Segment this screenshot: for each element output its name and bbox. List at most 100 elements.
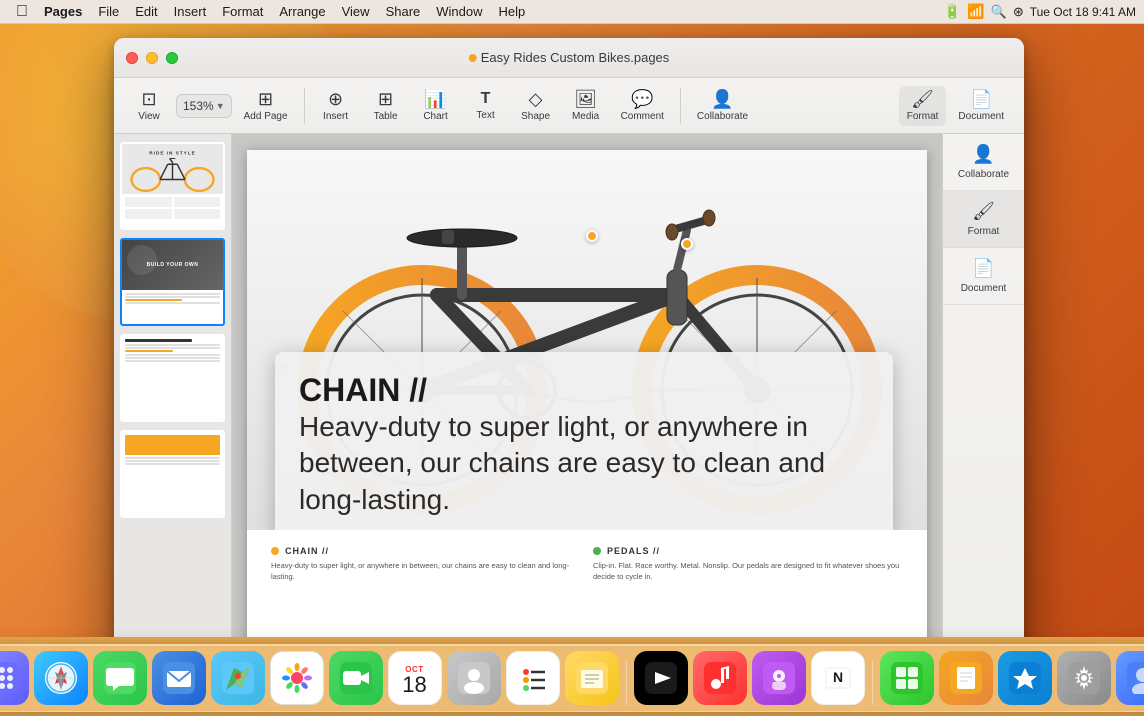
format-toolbar-button[interactable]: 🖌 Format <box>899 86 947 126</box>
dock-numbers[interactable] <box>880 651 934 705</box>
dock-mail[interactable] <box>152 651 206 705</box>
apple-menu[interactable]:  <box>8 0 36 24</box>
add-page-icon: ⊞ <box>258 90 273 108</box>
title-dot <box>469 54 477 62</box>
right-format-button[interactable]: 🖌 Format <box>943 191 1024 248</box>
dock-photos[interactable] <box>270 651 324 705</box>
chart-label: Chart <box>423 111 447 122</box>
indicator-dot-3 <box>681 238 693 250</box>
window-title: Easy Rides Custom Bikes.pages <box>469 50 670 65</box>
format-menu[interactable]: Format <box>214 0 271 24</box>
zoom-chevron-icon: ▼ <box>216 101 225 111</box>
control-center-icon[interactable]: ⊛ <box>1013 4 1024 20</box>
thumbnail-item-2[interactable]: 2 BUILD YOUR OWN <box>120 238 225 326</box>
dock-maps[interactable] <box>211 651 265 705</box>
dock-podcasts[interactable] <box>752 651 806 705</box>
insert-menu[interactable]: Insert <box>166 0 215 24</box>
pedals-section: PEDALS // Clip-in. Flat. Race worthy. Me… <box>593 546 903 583</box>
right-document-button[interactable]: 📄 Document <box>943 248 1024 305</box>
shape-button[interactable]: ◇ Shape <box>513 86 559 126</box>
dock-portrait[interactable] <box>1116 651 1144 705</box>
edit-menu[interactable]: Edit <box>127 0 165 24</box>
dock-safari[interactable] <box>34 651 88 705</box>
table-label: Table <box>374 111 398 122</box>
dock-calendar[interactable]: OCT 18 <box>388 651 442 705</box>
format-toolbar-icon: 🖌 <box>911 90 934 108</box>
dock-system-settings[interactable] <box>1057 651 1111 705</box>
right-collaborate-button[interactable]: 👤 Collaborate <box>943 134 1024 191</box>
shape-icon: ◇ <box>529 90 543 108</box>
insert-button[interactable]: ⊕ Insert <box>313 86 359 126</box>
table-button[interactable]: ⊞ Table <box>363 86 409 126</box>
pedals-title: PEDALS // <box>607 546 660 556</box>
right-panel: 👤 Collaborate 🖌 Format 📄 Document <box>942 134 1024 637</box>
chain-section-header: CHAIN // <box>271 546 581 556</box>
dock-music[interactable] <box>693 651 747 705</box>
chain-text: Heavy-duty to super light, or anywhere i… <box>271 560 581 583</box>
thumbnail-item-4[interactable]: 4 <box>120 430 225 518</box>
arrange-menu[interactable]: Arrange <box>271 0 333 24</box>
text-label: Text <box>476 110 494 121</box>
chain-title: CHAIN // <box>285 546 329 556</box>
close-button[interactable] <box>126 52 138 64</box>
toolbar: ⊡ View 153% ▼ ⊞ Add Page ⊕ Insert ⊞ T <box>114 78 1024 134</box>
dock-separator-2 <box>872 661 873 705</box>
search-icon[interactable]: 🔍 <box>991 4 1007 20</box>
thumbnail-item-3[interactable]: 3 <box>120 334 225 422</box>
tooltip-overlay: CHAIN // Heavy-duty to super light, or a… <box>275 352 893 530</box>
file-menu[interactable]: File <box>90 0 127 24</box>
battery-icon: 🔋 <box>944 3 961 20</box>
menu-bar:  Pages File Edit Insert Format Arrange … <box>0 0 1144 24</box>
dock-appletv[interactable] <box>634 651 688 705</box>
dock-messages[interactable] <box>93 651 147 705</box>
zoom-control[interactable]: 153% ▼ <box>176 94 232 118</box>
window-menu[interactable]: Window <box>428 0 490 24</box>
share-menu[interactable]: Share <box>378 0 429 24</box>
right-format-icon: 🖌 <box>972 201 995 222</box>
text-button[interactable]: T Text <box>463 87 509 125</box>
clock: Tue Oct 18 9:41 AM <box>1030 5 1136 19</box>
table-icon: ⊞ <box>378 90 393 108</box>
dock-news[interactable]: N <box>811 651 865 705</box>
dock-facetime[interactable] <box>329 651 383 705</box>
dock-appstore[interactable] <box>998 651 1052 705</box>
right-collaborate-icon: 👤 <box>972 144 994 165</box>
app-name-menu[interactable]: Pages <box>36 0 90 24</box>
window-controls <box>126 52 178 64</box>
comment-label: Comment <box>621 111 664 122</box>
indicator-dot-1 <box>586 230 598 242</box>
dock-contacts[interactable] <box>447 651 501 705</box>
collaborate-button[interactable]: 👤 Collaborate <box>689 86 756 126</box>
chain-section: CHAIN // Heavy-duty to super light, or a… <box>271 546 581 583</box>
media-label: Media <box>572 111 599 122</box>
svg-text:N: N <box>832 669 842 685</box>
pedals-dot <box>593 547 601 555</box>
help-menu[interactable]: Help <box>491 0 534 24</box>
dock-pages[interactable] <box>939 651 993 705</box>
media-button[interactable]: 🖼 Media <box>563 86 609 126</box>
document-label: Document <box>958 111 1004 122</box>
pedals-section-header: PEDALS // <box>593 546 903 556</box>
comment-button[interactable]: 💬 Comment <box>613 86 672 126</box>
page-canvas: CHAIN // Heavy-duty to super light, or a… <box>247 150 927 637</box>
view-menu[interactable]: View <box>334 0 378 24</box>
maximize-button[interactable] <box>166 52 178 64</box>
thumbnail-item-1[interactable]: 1 RIDE IN STYLE <box>120 142 225 230</box>
chain-dot <box>271 547 279 555</box>
dock-background: OCT 18 N <box>0 644 1144 712</box>
document-button[interactable]: 📄 Document <box>950 86 1012 126</box>
svg-text:RIDE IN STYLE: RIDE IN STYLE <box>149 151 195 157</box>
dock-notes[interactable] <box>565 651 619 705</box>
document-icon: 📄 <box>970 90 992 108</box>
add-page-button[interactable]: ⊞ Add Page <box>236 86 296 126</box>
pages-window: Easy Rides Custom Bikes.pages ⊡ View 153… <box>114 38 1024 637</box>
tooltip-body: Heavy-duty to super light, or anywhere i… <box>299 409 869 518</box>
dock-reminders[interactable] <box>506 651 560 705</box>
minimize-button[interactable] <box>146 52 158 64</box>
dock-separator-1 <box>626 661 627 705</box>
chart-button[interactable]: 📊 Chart <box>413 86 459 126</box>
collaborate-icon: 👤 <box>711 90 733 108</box>
text-icon: T <box>481 91 491 107</box>
dock-launchpad[interactable] <box>0 651 29 705</box>
view-button[interactable]: ⊡ View <box>126 86 172 126</box>
